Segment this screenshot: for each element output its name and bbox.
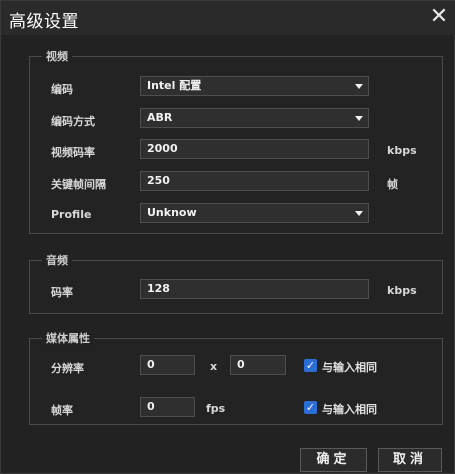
audio-bitrate-input[interactable]: 128: [140, 279, 369, 299]
media-legend: 媒体属性: [42, 330, 94, 346]
title-bar: 高级设置 ✕: [1, 1, 455, 35]
encoder-value: Intel 配置: [147, 79, 202, 92]
frame-rate-label: 帧率: [51, 404, 73, 417]
encode-mode-value: ABR: [147, 111, 173, 124]
resolution-same-checkbox[interactable]: ✓: [304, 359, 317, 372]
encode-mode-label: 编码方式: [51, 115, 95, 128]
video-legend: 视频: [42, 48, 72, 64]
resolution-label: 分辨率: [51, 362, 84, 375]
encoder-select[interactable]: Intel 配置: [140, 76, 369, 96]
keyframe-interval-input[interactable]: 250: [140, 171, 369, 191]
keyframe-interval-label: 关键帧间隔: [51, 178, 106, 191]
width-input[interactable]: 0: [140, 355, 195, 375]
close-icon[interactable]: ✕: [426, 3, 452, 31]
frame-rate-input[interactable]: 0: [140, 397, 195, 417]
ok-button[interactable]: 确定: [300, 448, 367, 472]
audio-bitrate-unit: kbps: [387, 284, 417, 297]
resolution-same-label: 与输入相同: [322, 361, 377, 374]
chevron-down-icon[interactable]: [350, 204, 368, 222]
video-bitrate-unit: kbps: [387, 144, 417, 157]
dialog-title: 高级设置: [9, 12, 79, 32]
advanced-settings-dialog: 高级设置 ✕ 视频 编码 Intel 配置 编码方式 ABR 视频码率 2000…: [0, 0, 455, 474]
video-bitrate-label: 视频码率: [51, 146, 95, 159]
profile-label: Profile: [51, 208, 92, 221]
fps-same-label: 与输入相同: [322, 403, 377, 416]
fps-same-checkbox[interactable]: ✓: [304, 401, 317, 414]
chevron-down-icon[interactable]: [350, 109, 368, 127]
media-properties-group: 媒体属性: [29, 330, 443, 425]
video-bitrate-input[interactable]: 2000: [140, 139, 369, 159]
keyframe-interval-unit: 帧: [387, 178, 398, 191]
height-input[interactable]: 0: [230, 355, 286, 375]
encoder-label: 编码: [51, 83, 73, 96]
profile-select[interactable]: Unknow: [140, 203, 369, 223]
frame-rate-unit: fps: [206, 402, 226, 415]
cancel-button[interactable]: 取消: [378, 448, 442, 472]
profile-value: Unknow: [147, 206, 197, 219]
audio-bitrate-label: 码率: [51, 286, 73, 299]
encode-mode-select[interactable]: ABR: [140, 108, 369, 128]
resolution-separator: x: [210, 360, 218, 373]
chevron-down-icon[interactable]: [350, 77, 368, 95]
audio-legend: 音频: [42, 252, 72, 268]
